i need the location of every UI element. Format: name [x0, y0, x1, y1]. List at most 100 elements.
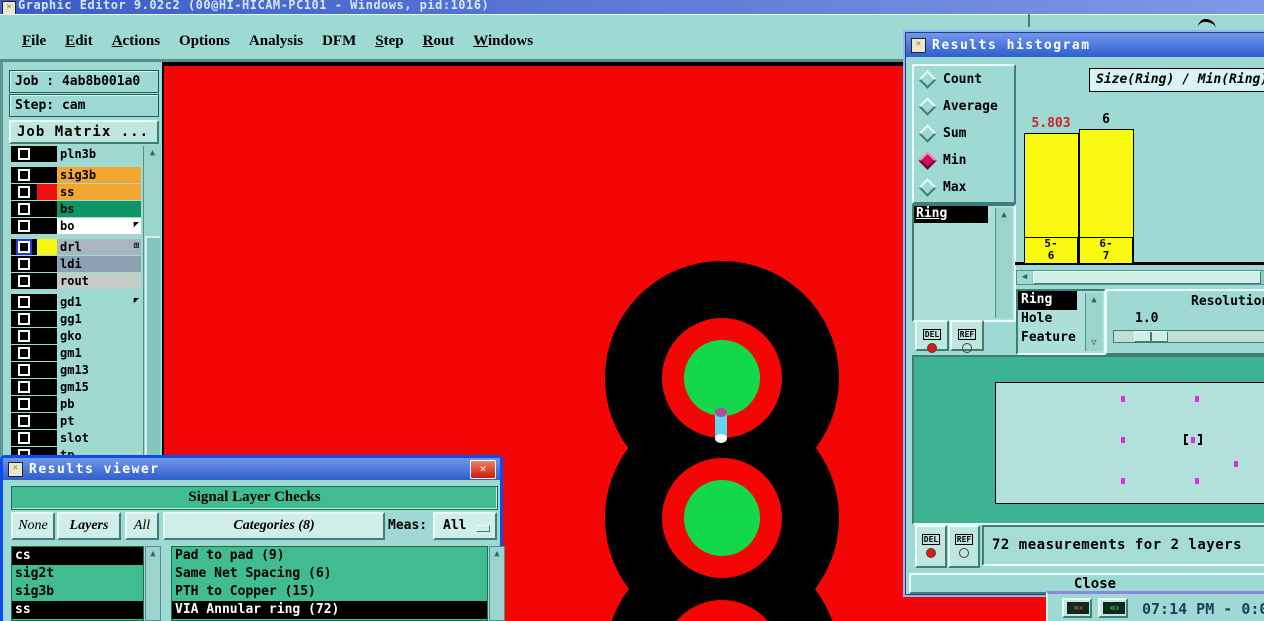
ref-button[interactable]: REF: [948, 525, 980, 568]
layer-row[interactable]: gko: [11, 328, 141, 344]
scroll-up-icon[interactable]: ▲: [490, 547, 504, 562]
layer-checkbox[interactable]: [18, 169, 30, 181]
layer-row[interactable]: pb: [11, 396, 141, 412]
resolution-slider[interactable]: [1113, 330, 1264, 343]
scroll-down-icon[interactable]: ▽: [1086, 336, 1102, 351]
measure-list-scrollbar[interactable]: ▲: [995, 208, 1012, 318]
layer-color-swatch: [37, 362, 57, 378]
layer-checkbox[interactable]: [18, 313, 30, 325]
layer-checkbox[interactable]: [18, 432, 30, 444]
scroll-left-icon[interactable]: ◀: [1017, 271, 1032, 284]
menu-item[interactable]: Edit: [65, 33, 93, 50]
viewer-layer-item[interactable]: cs: [12, 547, 143, 565]
menu-item[interactable]: Rout: [423, 33, 455, 50]
layer-checkbox[interactable]: [18, 330, 30, 342]
viewer-category-scrollbar[interactable]: ▲: [489, 546, 505, 621]
layer-row[interactable]: pln3b: [11, 146, 141, 162]
feature-type-item[interactable]: Ring: [1018, 291, 1077, 310]
feature-list-scrollbar[interactable]: ▲ ▽: [1085, 293, 1102, 351]
layer-row[interactable]: gd1 ◤: [11, 294, 141, 310]
layer-checkbox[interactable]: [18, 364, 30, 376]
radio-diamond-icon[interactable]: [918, 178, 937, 197]
meas-dropdown[interactable]: All: [433, 512, 497, 540]
layer-checkbox[interactable]: [18, 220, 30, 232]
layer-row[interactable]: sig3b: [11, 167, 141, 183]
layer-list-scrollbar[interactable]: ▲: [143, 146, 161, 456]
viewer-category-item[interactable]: Same Net Spacing (6): [172, 565, 487, 583]
layer-row[interactable]: ss: [11, 184, 141, 200]
scroll-up-icon[interactable]: ▲: [996, 208, 1012, 223]
layer-checkbox[interactable]: [18, 258, 30, 270]
layer-checkbox[interactable]: [18, 381, 30, 393]
layer-row[interactable]: gg1: [11, 311, 141, 327]
chart-horizontal-scrollbar[interactable]: ◀: [1016, 270, 1264, 285]
layer-checkbox[interactable]: [18, 148, 30, 160]
layer-row[interactable]: ldi: [11, 256, 141, 272]
layer-checkbox[interactable]: [18, 241, 30, 253]
taskbar-green-arrows-button[interactable]: «›: [1098, 598, 1128, 618]
radio-diamond-icon[interactable]: [918, 70, 937, 89]
del-button-small[interactable]: DEL: [915, 320, 949, 353]
layer-row[interactable]: slot: [11, 430, 141, 446]
layer-checkbox[interactable]: [18, 296, 30, 308]
scroll-up-icon[interactable]: ▲: [1086, 293, 1102, 308]
viewer-layer-item[interactable]: sig2t: [12, 565, 143, 583]
layer-color-swatch: [37, 311, 57, 327]
viewer-layer-scrollbar[interactable]: ▲: [145, 546, 161, 621]
layer-checkbox[interactable]: [18, 275, 30, 287]
measure-group-item[interactable]: Ring: [914, 206, 988, 223]
layer-checkbox[interactable]: [18, 398, 30, 410]
viewer-titlebar[interactable]: ✕ Results viewer: [3, 458, 500, 480]
layer-checkbox[interactable]: [18, 415, 30, 427]
layer-row[interactable]: gm15: [11, 379, 141, 395]
scrollbar-thumb[interactable]: [145, 236, 160, 455]
menu-item[interactable]: Actions: [112, 33, 160, 50]
menu-item[interactable]: Analysis: [249, 33, 303, 50]
measurement-map[interactable]: [995, 382, 1264, 504]
job-matrix-button[interactable]: Job Matrix ...: [9, 120, 159, 144]
stat-radio-option[interactable]: Sum: [914, 120, 1014, 147]
stat-radio-option[interactable]: Count: [914, 66, 1014, 93]
radio-diamond-icon[interactable]: [918, 151, 937, 170]
viewer-category-item[interactable]: VIA Annular ring (72): [172, 601, 487, 619]
ref-button-small[interactable]: REF: [950, 320, 984, 353]
layer-row[interactable]: bs: [11, 201, 141, 217]
layer-checkbox[interactable]: [18, 347, 30, 359]
menu-item[interactable]: Step: [375, 33, 403, 50]
radio-diamond-icon[interactable]: [918, 97, 937, 116]
scroll-up-icon[interactable]: ▲: [144, 146, 161, 161]
scrollbar-thumb[interactable]: [1033, 271, 1261, 284]
layer-row[interactable]: gm13: [11, 362, 141, 378]
menu-item[interactable]: Windows: [473, 33, 533, 50]
layer-row[interactable]: drl ⊞: [11, 239, 141, 255]
menu-item[interactable]: File: [22, 33, 46, 50]
stat-radio-option[interactable]: Min: [914, 147, 1014, 174]
layer-row[interactable]: pt: [11, 413, 141, 429]
viewer-category-item[interactable]: Pad to pad (9): [172, 547, 487, 565]
layers-button[interactable]: Layers: [57, 512, 121, 540]
menu-item[interactable]: Options: [179, 33, 230, 50]
layer-row[interactable]: rout: [11, 273, 141, 289]
viewer-layer-item[interactable]: ss: [12, 601, 143, 619]
layer-row[interactable]: gm1: [11, 345, 141, 361]
all-button[interactable]: All: [125, 512, 159, 540]
stat-radio-option[interactable]: Average: [914, 93, 1014, 120]
viewer-category-item[interactable]: PTH to Copper (15): [172, 583, 487, 601]
categories-header-button[interactable]: Categories (8): [163, 512, 385, 540]
none-button[interactable]: None: [11, 512, 55, 540]
menu-item[interactable]: DFM: [322, 33, 356, 50]
radio-diamond-icon[interactable]: [918, 124, 937, 143]
del-button[interactable]: DEL: [915, 525, 947, 568]
close-window-icon[interactable]: ✕: [470, 460, 496, 479]
viewer-layer-item[interactable]: sig3b: [12, 583, 143, 601]
stat-radio-option[interactable]: Max: [914, 174, 1014, 201]
layer-checkbox-cell: [11, 430, 37, 446]
slider-thumb[interactable]: [1134, 331, 1168, 342]
scroll-up-icon[interactable]: ▲: [146, 547, 160, 562]
layer-checkbox[interactable]: [18, 186, 30, 198]
histogram-titlebar[interactable]: ✕ Results histogram: [906, 33, 1264, 57]
layer-checkbox[interactable]: [18, 203, 30, 215]
screen: ✕ Graphic Editor 9.02c2 (00@HI-HICAM-PC1…: [0, 0, 1264, 621]
layer-row[interactable]: bo ◤: [11, 218, 141, 234]
taskbar-red-arrows-button[interactable]: «‹: [1062, 598, 1092, 618]
